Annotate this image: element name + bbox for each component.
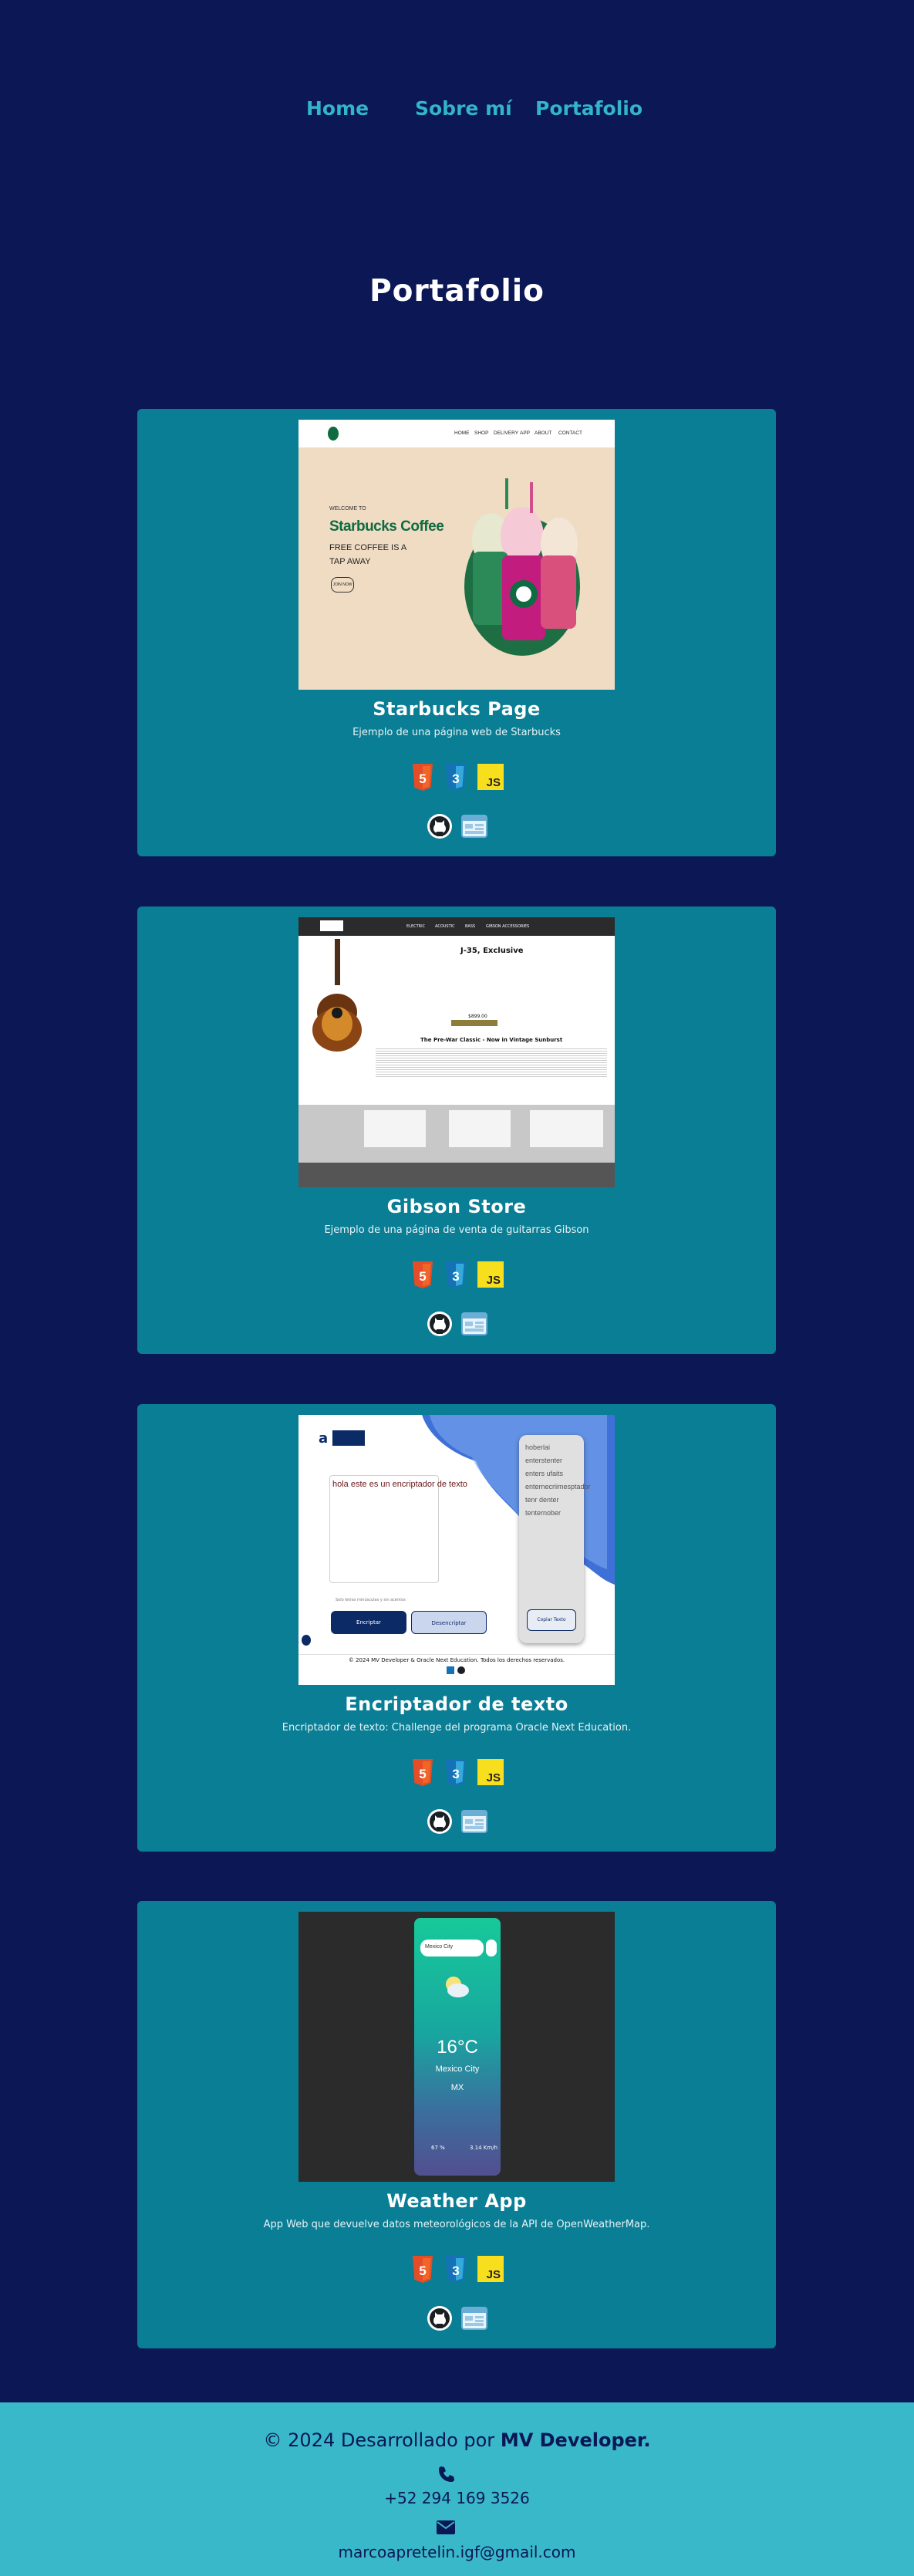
project-title: Weather App bbox=[386, 2190, 527, 2212]
html5-icon: 5 bbox=[413, 1759, 433, 1786]
top-nav: Home Sobre mí Portafolio bbox=[0, 0, 914, 224]
project-links bbox=[427, 1807, 488, 1838]
browser-icon[interactable] bbox=[461, 1312, 487, 1335]
github-icon[interactable] bbox=[427, 1808, 453, 1835]
nav-home-link[interactable]: Home bbox=[306, 97, 369, 120]
project-screenshot[interactable]: a hola este es un encriptador de texto S… bbox=[298, 1415, 615, 1685]
project-description: Ejemplo de una página de venta de guitar… bbox=[324, 1224, 589, 1236]
css3-icon: 3 bbox=[446, 1759, 466, 1786]
svg-text:3: 3 bbox=[452, 2264, 459, 2278]
project-card-encriptador: a hola este es un encriptador de texto S… bbox=[137, 1404, 776, 1852]
svg-text:5: 5 bbox=[419, 1269, 426, 1284]
project-links bbox=[427, 1309, 488, 1340]
footer-email[interactable]: marcoapretelin.igf@gmail.com bbox=[0, 2543, 914, 2561]
javascript-icon: JS bbox=[477, 764, 504, 790]
page-title: Portafolio bbox=[369, 274, 545, 309]
browser-icon[interactable] bbox=[461, 815, 487, 838]
footer-author: MV Developer. bbox=[500, 2429, 651, 2451]
project-card-starbucks: HOME SHOP DELIVERY APP ABOUT CONTACT WEL… bbox=[137, 409, 776, 856]
html5-icon: 5 bbox=[413, 2256, 433, 2283]
project-title: Gibson Store bbox=[386, 1196, 527, 1217]
tech-icons: 5 3 JS bbox=[411, 1759, 504, 1790]
javascript-icon: JS bbox=[477, 2256, 504, 2282]
svg-text:3: 3 bbox=[452, 1767, 459, 1781]
javascript-icon: JS bbox=[477, 1759, 504, 1785]
html5-icon: 5 bbox=[413, 1261, 433, 1288]
project-card-gibson: ELECTRIC ACOUSTIC BASS GIBSON ACCESSORIE… bbox=[137, 906, 776, 1354]
footer-phone[interactable]: +52 294 169 3526 bbox=[0, 2489, 914, 2507]
github-icon[interactable] bbox=[427, 2305, 453, 2331]
tech-icons: 5 3 JS bbox=[411, 764, 504, 795]
project-description: Encriptador de texto: Challenge del prog… bbox=[282, 1722, 632, 1734]
svg-text:5: 5 bbox=[419, 2264, 426, 2278]
github-icon[interactable] bbox=[427, 1311, 453, 1337]
html5-icon: 5 bbox=[413, 764, 433, 791]
envelope-icon bbox=[437, 2520, 455, 2534]
svg-text:JS: JS bbox=[487, 2268, 501, 2281]
tech-icons: 5 3 JS bbox=[411, 2256, 504, 2287]
project-description: Ejemplo de una página web de Starbucks bbox=[352, 727, 561, 738]
browser-icon[interactable] bbox=[461, 1810, 487, 1833]
css3-icon: 3 bbox=[446, 1261, 466, 1288]
project-screenshot[interactable]: ELECTRIC ACOUSTIC BASS GIBSON ACCESSORIE… bbox=[298, 917, 615, 1187]
svg-text:JS: JS bbox=[487, 1771, 501, 1784]
svg-text:JS: JS bbox=[487, 1274, 501, 1287]
project-screenshot[interactable]: HOME SHOP DELIVERY APP ABOUT CONTACT WEL… bbox=[298, 420, 615, 690]
project-card-weather: Mexico City 16°C Mexico City MX 67 % 3.1… bbox=[137, 1901, 776, 2348]
svg-text:5: 5 bbox=[419, 1767, 426, 1781]
phone-icon bbox=[439, 2466, 454, 2482]
project-screenshot[interactable]: Mexico City 16°C Mexico City MX 67 % 3.1… bbox=[298, 1912, 615, 2182]
svg-text:3: 3 bbox=[452, 771, 459, 786]
css3-icon: 3 bbox=[446, 2256, 466, 2283]
project-title: Encriptador de texto bbox=[345, 1693, 568, 1715]
javascript-icon: JS bbox=[477, 1261, 504, 1288]
css3-icon: 3 bbox=[446, 764, 466, 791]
project-description: App Web que devuelve datos meteorológico… bbox=[263, 2219, 650, 2230]
browser-icon[interactable] bbox=[461, 2307, 487, 2330]
svg-text:JS: JS bbox=[487, 776, 501, 789]
project-links bbox=[427, 812, 488, 842]
github-icon[interactable] bbox=[427, 813, 453, 839]
svg-text:5: 5 bbox=[419, 771, 426, 786]
nav-about-link[interactable]: Sobre mí bbox=[415, 97, 512, 120]
project-title: Starbucks Page bbox=[373, 698, 541, 720]
footer-copyright: © 2024 Desarrollado por MV Developer. bbox=[263, 2429, 651, 2451]
project-links bbox=[427, 2304, 488, 2335]
svg-text:3: 3 bbox=[452, 1269, 459, 1284]
tech-icons: 5 3 JS bbox=[411, 1261, 504, 1292]
footer: © 2024 Desarrollado por MV Developer. +5… bbox=[0, 2402, 914, 2576]
nav-portfolio-link[interactable]: Portafolio bbox=[535, 97, 642, 120]
